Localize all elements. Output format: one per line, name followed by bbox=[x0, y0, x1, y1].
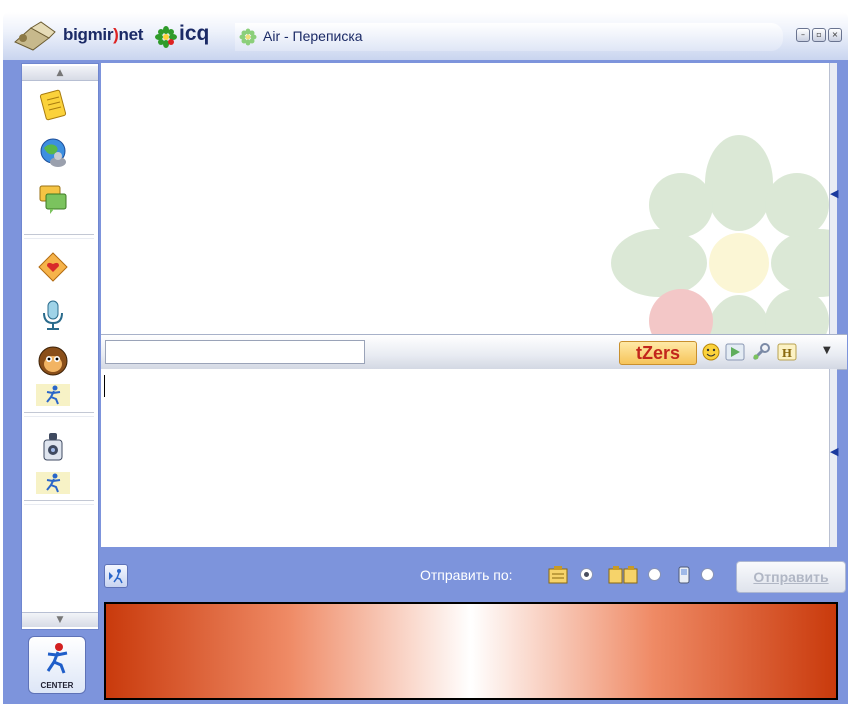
brand-part1: bigmir bbox=[63, 25, 114, 44]
send-via-icq-radio[interactable] bbox=[580, 568, 593, 581]
restore-button[interactable]: ▫ bbox=[812, 28, 826, 42]
brand-logo: bigmir)net bbox=[63, 25, 143, 45]
mobile-icon[interactable] bbox=[676, 566, 692, 584]
contact-status-flower-icon bbox=[239, 28, 257, 46]
history-icon[interactable]: H bbox=[777, 342, 797, 362]
history-side-strip: ◀ bbox=[829, 63, 838, 334]
chat-messages-icon[interactable] bbox=[36, 182, 70, 216]
sidebar: ▲ ▼ bbox=[21, 63, 99, 630]
message-input[interactable] bbox=[101, 369, 829, 547]
contact-info-button[interactable] bbox=[104, 564, 128, 588]
microphone-icon[interactable] bbox=[36, 298, 70, 332]
send-via-sms-radio[interactable] bbox=[648, 568, 661, 581]
notes-icon[interactable] bbox=[36, 88, 70, 122]
sidebar-separator bbox=[24, 412, 94, 417]
toolbar-dropdown-icon[interactable]: ▼ bbox=[823, 345, 831, 356]
window-title: Air - Переписка bbox=[263, 28, 363, 44]
running-man-icon[interactable] bbox=[36, 472, 70, 494]
greeting-card-icon[interactable] bbox=[36, 250, 70, 284]
input-side-strip: ◀ bbox=[829, 369, 838, 547]
running-man-icon bbox=[46, 643, 68, 674]
minimize-button[interactable]: – bbox=[796, 28, 810, 42]
sidebar-scroll-up-button[interactable]: ▲ bbox=[22, 66, 98, 81]
ad-banner[interactable] bbox=[104, 602, 838, 700]
chat-window: bigmir)net icq Air - Переписка – ▫ × ▲ ▼… bbox=[0, 0, 850, 704]
running-man-icon bbox=[109, 569, 123, 584]
icq-message-icon[interactable] bbox=[548, 566, 568, 584]
icq-flower-watermark-icon bbox=[611, 135, 829, 334]
collapse-arrow-icon[interactable]: ◀ bbox=[830, 187, 838, 200]
sidebar-separator bbox=[24, 500, 94, 505]
sms-icon[interactable] bbox=[608, 566, 638, 584]
send-button[interactable]: Отправить bbox=[736, 561, 846, 593]
tzers-button[interactable]: tZers bbox=[619, 341, 697, 365]
sidebar-separator bbox=[24, 234, 94, 239]
tools-icon[interactable] bbox=[751, 342, 771, 362]
svg-text:H: H bbox=[782, 347, 792, 360]
center-label: CENTER bbox=[40, 681, 74, 690]
center-button[interactable]: CENTER bbox=[28, 636, 86, 694]
message-toolbar: tZers H ▼ bbox=[101, 334, 847, 370]
brand-part2: net bbox=[118, 25, 144, 44]
window-controls: – ▫ × bbox=[796, 28, 842, 42]
collapse-arrow-icon[interactable]: ◀ bbox=[830, 445, 838, 458]
message-history[interactable] bbox=[101, 63, 829, 334]
sidebar-scroll-down-button[interactable]: ▼ bbox=[22, 612, 98, 627]
icq-flower-icon bbox=[155, 26, 177, 48]
toolbar-text-field[interactable] bbox=[105, 340, 365, 364]
icq-logo: icq bbox=[179, 22, 210, 45]
close-button[interactable]: × bbox=[828, 28, 842, 42]
send-via-mobile-radio[interactable] bbox=[701, 568, 714, 581]
running-man-icon[interactable] bbox=[36, 384, 70, 406]
window-title-tab: Air - Переписка bbox=[235, 23, 783, 51]
smiley-icon[interactable] bbox=[701, 342, 721, 362]
send-via-label: Отправить по: bbox=[420, 567, 513, 583]
title-bar[interactable]: bigmir)net icq Air - Переписка – ▫ × bbox=[3, 12, 848, 60]
globe-people-icon[interactable] bbox=[36, 136, 70, 170]
robot-icon[interactable] bbox=[36, 430, 70, 464]
monkey-face-icon[interactable] bbox=[36, 344, 70, 378]
send-file-icon[interactable] bbox=[725, 342, 745, 362]
text-caret bbox=[104, 375, 105, 397]
satellite-icon bbox=[14, 21, 56, 51]
